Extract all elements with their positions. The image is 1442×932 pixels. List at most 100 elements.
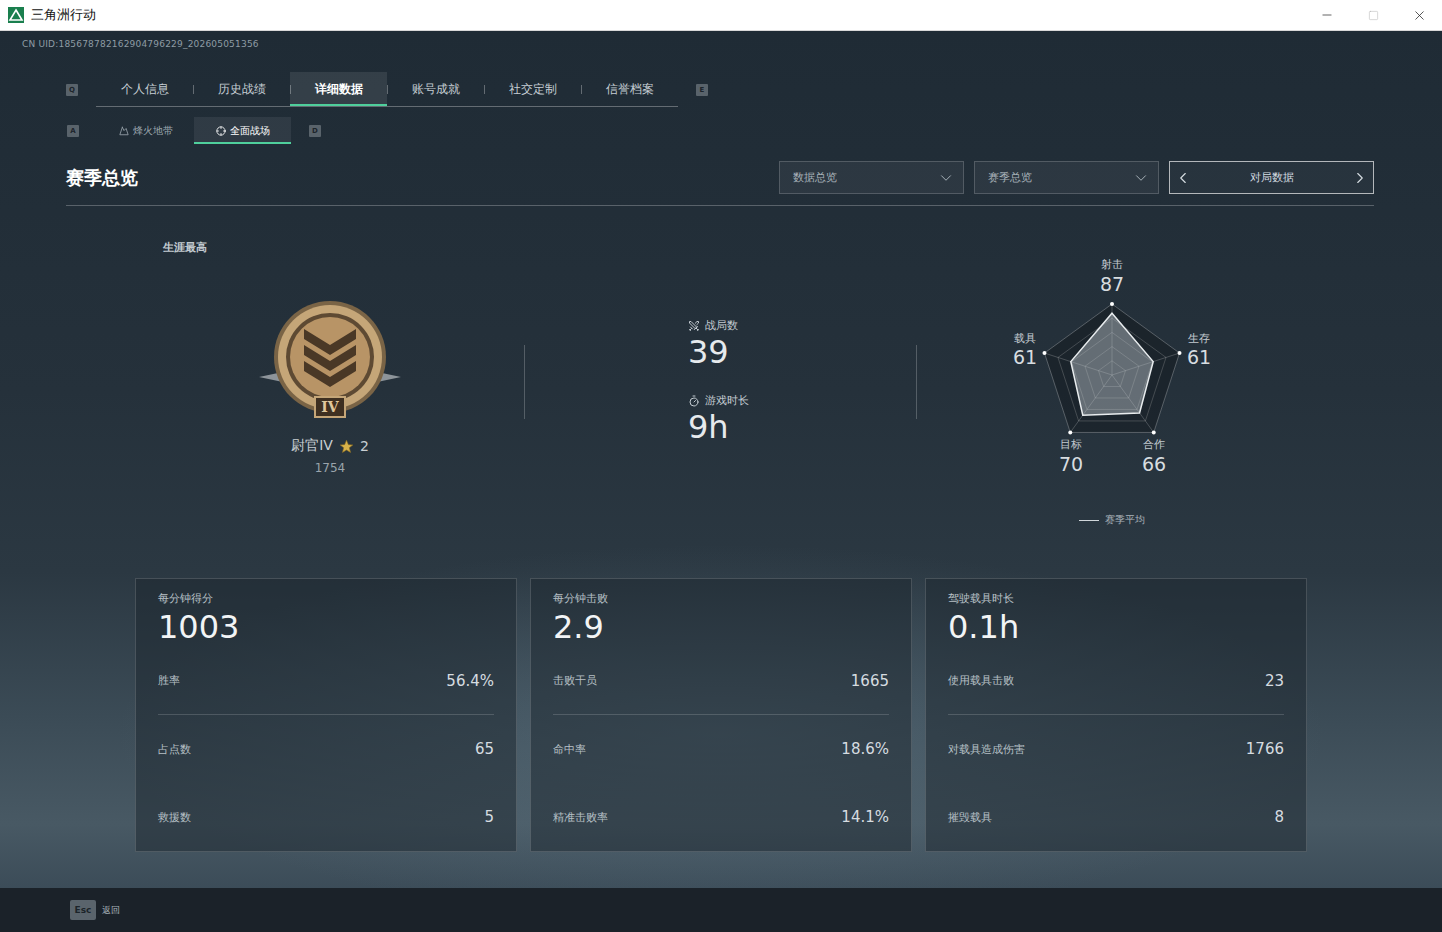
dropdown[interactable]: 数据总览 — [779, 161, 964, 194]
app-window: 三角洲行动CN UID:185678782162904796229_202605… — [0, 0, 1442, 932]
rank-numeral: IV — [321, 399, 340, 415]
row-label: 摧毁载具 — [948, 810, 992, 825]
main-tab[interactable]: 社交定制 — [484, 72, 581, 106]
pager-label: 对局数据 — [1250, 170, 1294, 185]
card-value: 2.9 — [553, 607, 889, 647]
sub-tab[interactable]: 全面战场 — [194, 117, 291, 144]
radar-axis: 射击 87 — [1100, 258, 1124, 295]
radar-axis-value: 87 — [1100, 273, 1124, 295]
filter-bar: 数据总览 赛季总览 对局数据 — [779, 161, 1374, 194]
card-value: 1003 — [158, 607, 494, 647]
section-header: 赛季总览数据总览赛季总览对局数据 — [66, 161, 1374, 206]
divider — [916, 345, 917, 419]
key-hint: E — [696, 84, 708, 96]
timer-icon — [688, 395, 700, 407]
main-tab[interactable]: 详细数据 — [290, 72, 387, 106]
card-rows: 击败干员1665命中率18.6%精准击败率14.1% — [553, 647, 889, 851]
pager[interactable]: 对局数据 — [1169, 161, 1374, 194]
crosshair-icon — [216, 126, 226, 136]
row-value: 1665 — [851, 672, 889, 690]
stat-value: 39 — [688, 333, 916, 371]
minimize-icon — [1320, 8, 1334, 22]
radar-vertex-dot — [1110, 302, 1114, 306]
footer-bar: Esc 返回 — [0, 888, 1442, 932]
rank-group: IV尉官IV21754 — [230, 299, 430, 475]
card-row: 精准击败率 14.1% — [553, 783, 889, 851]
chevron-right-icon[interactable] — [1351, 169, 1369, 187]
radar-axis-label: 载具 — [1014, 332, 1036, 345]
card-rows: 胜率56.4%占点数65救援数5 — [158, 647, 494, 851]
main-area: CN UID:185678782162904796229_20260505135… — [0, 31, 1442, 888]
dropdown[interactable]: 赛季总览 — [974, 161, 1159, 194]
sub-tab[interactable]: 烽火地带 — [97, 117, 194, 144]
radar-axis: 载具61 — [1013, 332, 1037, 368]
radar-axis-value: 61 — [1187, 346, 1211, 368]
card-row: 占点数65 — [158, 715, 494, 783]
divider — [524, 345, 525, 419]
stat-label: 战局数 — [688, 318, 916, 333]
radar-axis: 目标 70 — [1059, 438, 1083, 475]
radar-axis: 合作 66 — [1142, 438, 1166, 475]
stat-value: 9h — [688, 408, 916, 446]
swords-icon — [688, 320, 700, 332]
star-icon — [339, 439, 354, 454]
stat-card: 每分钟得分1003胜率56.4%占点数65救援数5 — [135, 578, 517, 852]
back-label[interactable]: 返回 — [102, 904, 120, 917]
card-value: 0.1h — [948, 607, 1284, 647]
radar-vertex-dot — [1068, 430, 1072, 434]
minimize-button[interactable] — [1304, 0, 1350, 30]
radar-panel: 射击87生存61合作66目标70载具61赛季平均 — [917, 206, 1442, 558]
esc-key[interactable]: Esc — [70, 900, 96, 920]
row-value: 14.1% — [841, 808, 889, 826]
card-title: 驾驶载具时长 — [948, 591, 1284, 607]
maximize-button[interactable] — [1350, 0, 1396, 30]
chevron-down-icon — [937, 169, 955, 187]
radar-axis-label: 目标 — [1060, 438, 1082, 451]
main-tab[interactable]: 历史战绩 — [193, 72, 290, 106]
section-title: 赛季总览 — [66, 166, 779, 190]
card-row: 摧毁载具8 — [948, 783, 1284, 851]
uid-text: CN UID:185678782162904796229_20260505135… — [0, 31, 1442, 50]
radar-axis-label: 生存 — [1188, 332, 1210, 345]
stat-card: 驾驶载具时长0.1h使用载具击败23对载具造成伤害1766摧毁载具8 — [925, 578, 1307, 852]
career-label: 生涯最高 — [163, 240, 524, 255]
main-tab[interactable]: 账号成就 — [387, 72, 484, 106]
radar-legend: 赛季平均 — [1079, 513, 1145, 527]
row-label: 占点数 — [158, 742, 191, 757]
main-tab[interactable]: 个人信息 — [96, 72, 193, 106]
mountain-icon — [119, 126, 129, 136]
radar-axis-label: 合作 — [1143, 438, 1165, 451]
row-value: 5 — [484, 808, 494, 826]
row-label: 胜率 — [158, 673, 180, 688]
radar-axis-value: 66 — [1142, 453, 1166, 475]
radar-chart: 射击87生存61合作66目标70载具61 — [992, 225, 1232, 505]
card-row: 胜率 56.4% — [158, 647, 494, 715]
row-value: 56.4% — [446, 672, 494, 690]
radar-grid — [1044, 304, 1179, 432]
card-row: 击败干员1665 — [553, 647, 889, 715]
stat-card: 每分钟击败2.9击败干员1665命中率18.6%精准击败率14.1% — [530, 578, 912, 852]
radar-axis-value: 61 — [1013, 346, 1037, 368]
stat-cards: 每分钟得分1003胜率56.4%占点数65救援数5每分钟击败2.9击败干员166… — [0, 578, 1442, 852]
close-button[interactable] — [1396, 0, 1442, 30]
key-hint: A — [67, 125, 79, 137]
radar-axis-value: 70 — [1059, 453, 1083, 475]
radar-axis-label: 射击 — [1101, 258, 1123, 271]
sub-tab-row: A 烽火地带全面战场 D — [67, 117, 1442, 144]
radar-box: 射击87生存61合作66目标70载具61赛季平均 — [992, 225, 1232, 527]
stat: 游戏时长9h — [688, 393, 916, 446]
dropdown-label: 赛季总览 — [988, 170, 1032, 185]
key-hint: D — [309, 125, 321, 137]
close-icon — [1412, 8, 1427, 23]
row-label: 精准击败率 — [553, 810, 608, 825]
star-count: 2 — [360, 438, 369, 454]
chevron-left-icon[interactable] — [1174, 169, 1192, 187]
rank-name: 尉官IV — [291, 437, 333, 455]
row-label: 命中率 — [553, 742, 586, 757]
stat-label: 游戏时长 — [688, 393, 916, 408]
card-title: 每分钟击败 — [553, 591, 889, 607]
match-stats: 战局数39 游戏时长9h — [525, 206, 916, 558]
rank-badge-icon: IV — [257, 299, 403, 421]
main-tab[interactable]: 信誉档案 — [581, 72, 678, 106]
card-row: 使用载具击败23 — [948, 647, 1284, 715]
